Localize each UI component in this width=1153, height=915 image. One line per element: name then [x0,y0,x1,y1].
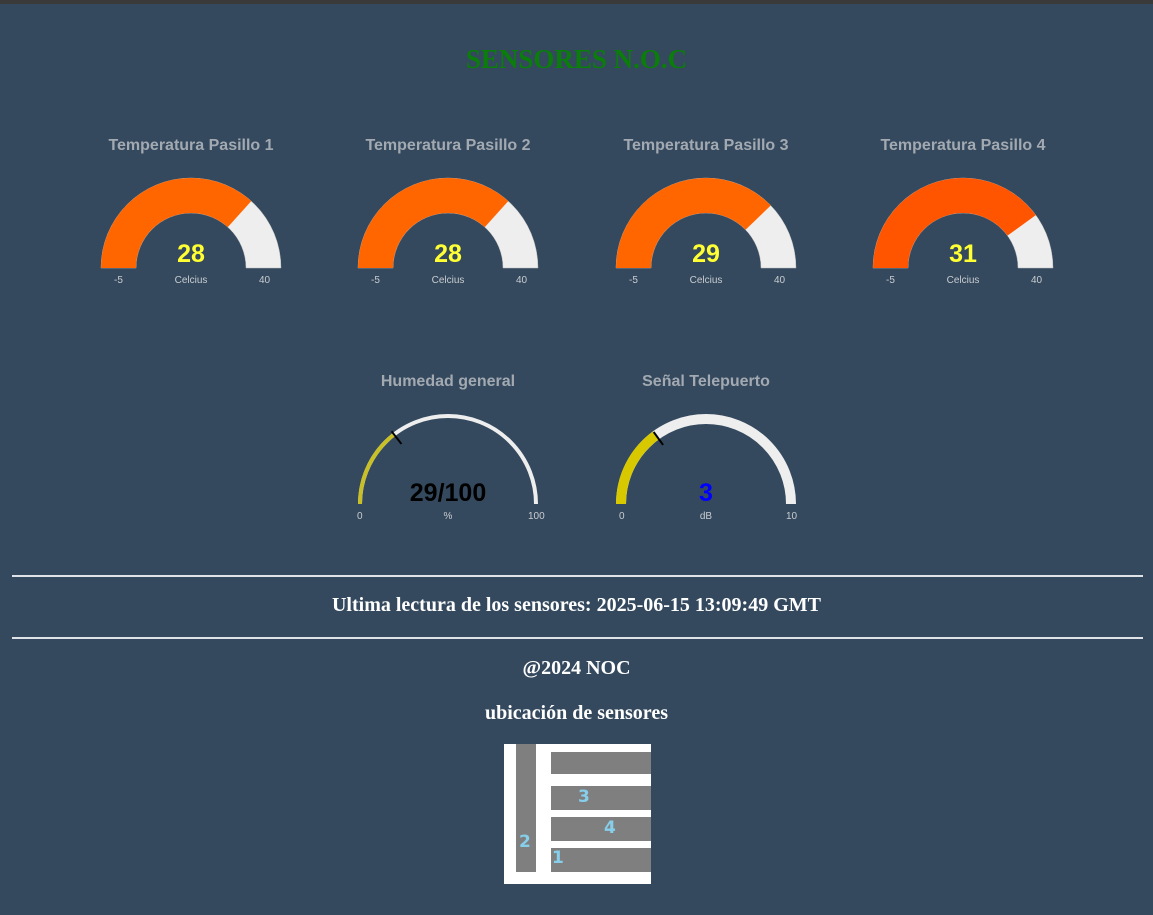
map-aisle-3 [551,786,651,810]
gauge-value: 29 [692,240,720,268]
sensor-location-map: 1 2 3 4 [504,744,651,884]
gauge-max: 100 [528,511,545,522]
gauge-title: Humedad general [380,373,516,390]
gauge-title: Señal Telepuerto [642,373,770,390]
gauge-title: Temperatura Pasillo 4 [880,137,1046,154]
map-label-2: 2 [519,832,531,852]
map-aisle-2 [516,744,536,872]
gauge-title: Temperatura Pasillo 1 [108,137,274,154]
last-reading-text: Ultima lectura de los sensores: 2025-06-… [331,594,821,616]
copyright: @2024 NOC [522,657,631,679]
gauge-unit: % [443,511,453,522]
gauge-value: 28 [177,240,205,268]
gauge-max: 40 [1031,275,1043,286]
map-label-3: 3 [578,787,590,807]
gauge-value: 3 [699,479,713,507]
gauge-title: Temperatura Pasillo 2 [365,137,531,154]
gauge-unit: dB [699,511,713,522]
gauge-value: 28 [434,240,462,268]
divider [12,637,1143,639]
location-heading: ubicación de sensores [485,702,668,724]
map-aisle-1 [551,848,651,872]
gauge-max: 40 [516,275,528,286]
map-aisle-4 [551,817,651,841]
gauge-max: 40 [259,275,271,286]
divider [12,575,1143,577]
map-label-4: 4 [604,818,616,838]
gauge-max: 40 [774,275,786,286]
gauge-max: 10 [786,511,798,522]
page-title: SENSORES N.O.C [465,44,688,74]
gauge-title: Temperatura Pasillo 3 [623,137,789,154]
gauge-value: 29/100 [409,479,487,507]
map-aisle [551,752,651,774]
gauge-value: 31 [949,240,977,268]
top-bar [0,0,1153,4]
map-label-1: 1 [552,848,564,868]
